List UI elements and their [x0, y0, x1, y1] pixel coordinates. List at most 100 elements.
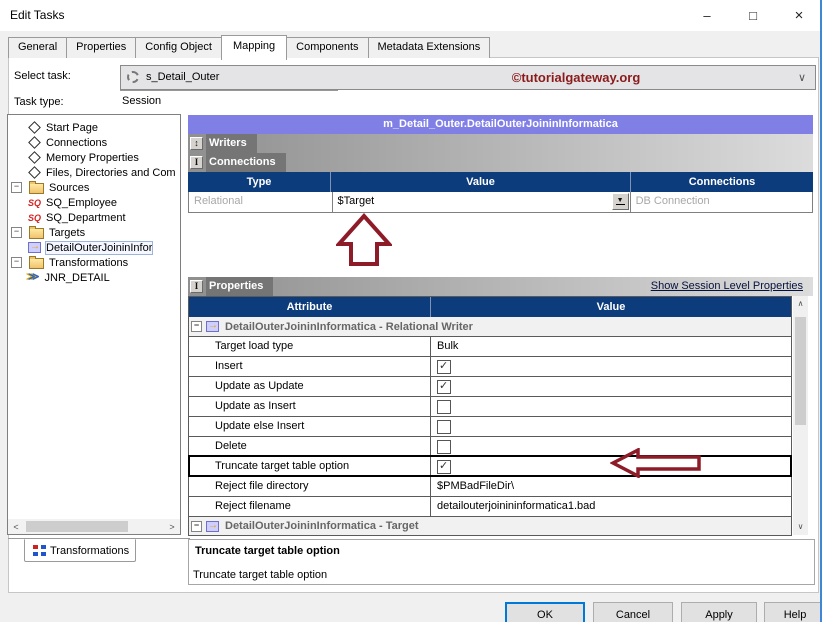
tab-general[interactable]: General — [8, 37, 67, 58]
window-controls: – □ × — [684, 0, 822, 31]
tree-item-sources[interactable]: Sources — [8, 180, 180, 195]
checkbox[interactable] — [437, 440, 451, 454]
connections-table-row: Relational $Target DB Connection — [188, 192, 813, 213]
attribute-cell: Truncate target table option — [189, 457, 431, 476]
checkbox[interactable] — [437, 400, 451, 414]
task-type-value: Session — [122, 95, 161, 107]
annotation-arrow-left-icon — [610, 448, 702, 481]
connection-value-cell[interactable]: $Target — [332, 192, 631, 212]
column-header-value: Value — [431, 297, 791, 317]
scroll-left-icon[interactable]: < — [8, 522, 24, 532]
checkbox[interactable] — [437, 420, 451, 434]
tab-properties[interactable]: Properties — [66, 37, 136, 58]
select-task-combo[interactable]: s_Detail_Outer ©tutorialgateway.org ∨ — [120, 65, 816, 90]
properties-section-label: Properties — [206, 277, 273, 296]
maximize-icon[interactable]: □ — [730, 0, 776, 31]
property-row-update-else-insert: Update else Insert — [189, 416, 791, 436]
tree-item-memory-properties[interactable]: Memory Properties — [8, 150, 180, 165]
properties-section-bar: I Properties Show Session Level Properti… — [188, 277, 813, 296]
tab-components[interactable]: Components — [286, 37, 368, 58]
session-tree: Start Page Connections Memory Properties… — [7, 114, 181, 535]
mapping-instance-header: m_Detail_Outer.DetailOuterJoininInformat… — [188, 115, 813, 134]
titlebar: Edit Tasks – □ × — [0, 0, 826, 31]
ok-button[interactable]: OK — [505, 602, 585, 622]
select-task-label: Select task: — [14, 70, 71, 82]
bottom-tab-strip: Transformations — [8, 538, 190, 567]
value-cell — [431, 377, 791, 396]
group-row-target[interactable]: DetailOuterJoininInformatica - Target — [189, 516, 791, 535]
edit-tasks-dialog: Edit Tasks – □ × General Properties Conf… — [0, 0, 826, 622]
collapse-icon[interactable] — [191, 521, 202, 532]
tab-transformations-bottom[interactable]: Transformations — [24, 539, 136, 562]
connections-table-header: Type Value Connections — [188, 172, 813, 192]
checkbox[interactable] — [437, 380, 451, 394]
attribute-cell: Insert — [189, 357, 431, 376]
connection-name-cell: DB Connection — [631, 192, 812, 212]
help-button[interactable]: Help — [764, 602, 826, 622]
tab-config-object[interactable]: Config Object — [135, 37, 222, 58]
show-session-level-properties-link[interactable]: Show Session Level Properties — [651, 277, 803, 296]
value-cell[interactable]: detailouterjoinininformatica1.bad — [431, 497, 791, 516]
resize-section-icon[interactable]: ↕ — [190, 137, 203, 150]
connections-section-label: Connections — [206, 153, 286, 172]
window-title: Edit Tasks — [10, 8, 64, 22]
collapse-section-icon[interactable]: I — [190, 280, 203, 293]
value-cell[interactable]: Bulk — [431, 337, 791, 356]
minimize-icon[interactable]: – — [684, 0, 730, 31]
attribute-cell: Update else Insert — [189, 417, 431, 436]
attribute-cell: Update as Insert — [189, 397, 431, 416]
properties-vertical-scrollbar[interactable]: ∧ ∨ — [793, 296, 808, 535]
collapse-icon[interactable] — [11, 182, 22, 193]
session-gear-icon — [127, 71, 139, 83]
value-cell — [431, 357, 791, 376]
collapse-icon[interactable] — [11, 227, 22, 238]
checkbox[interactable] — [437, 460, 451, 474]
task-type-field — [120, 90, 338, 91]
task-type-label: Task type: — [14, 96, 64, 108]
tree-item-start-page[interactable]: Start Page — [8, 120, 180, 135]
tree-item-sq-department[interactable]: SQ_Department — [8, 210, 180, 225]
tree-item-transformations[interactable]: Transformations — [8, 255, 180, 270]
connection-type-cell: Relational — [189, 192, 332, 212]
properties-table-header: Attribute Value — [189, 297, 791, 317]
chevron-down-icon[interactable]: ∨ — [798, 71, 806, 84]
target-icon — [206, 321, 219, 332]
diamond-icon — [28, 151, 41, 164]
collapse-section-icon[interactable]: I — [190, 156, 203, 169]
properties-table: Attribute Value DetailOuterJoininInforma… — [188, 296, 792, 536]
property-row-target-load-type: Target load type Bulk — [189, 336, 791, 356]
value-cell — [431, 397, 791, 416]
collapse-icon[interactable] — [191, 321, 202, 332]
scrollbar-thumb[interactable] — [26, 521, 128, 532]
tab-metadata-extensions[interactable]: Metadata Extensions — [368, 37, 491, 58]
tree-horizontal-scrollbar[interactable]: < > — [8, 519, 180, 534]
tree-item-jnr-detail[interactable]: JNR_DETAIL — [8, 270, 180, 285]
close-icon[interactable]: × — [776, 0, 822, 31]
folder-icon — [29, 258, 44, 269]
tree-item-connections[interactable]: Connections — [8, 135, 180, 150]
scroll-up-icon[interactable]: ∧ — [798, 296, 804, 312]
watermark-text: ©tutorialgateway.org — [512, 70, 641, 85]
tree-item-sq-employee[interactable]: SQ_Employee — [8, 195, 180, 210]
connections-section-bar: I Connections — [188, 153, 813, 172]
scroll-down-icon[interactable]: ∨ — [798, 519, 804, 535]
cancel-button[interactable]: Cancel — [593, 602, 673, 622]
tab-mapping[interactable]: Mapping — [221, 35, 287, 60]
description-title: Truncate target table option — [195, 545, 340, 557]
tree-item-detail-outer-join-target[interactable]: DetailOuterJoininInfor — [8, 240, 180, 255]
group-row-relational-writer[interactable]: DetailOuterJoininInformatica - Relationa… — [189, 317, 791, 336]
attribute-cell: Delete — [189, 437, 431, 456]
column-header-type: Type — [188, 172, 331, 192]
tab-strip: General Properties Config Object Mapping… — [8, 37, 489, 58]
scroll-right-icon[interactable]: > — [164, 522, 180, 532]
checkbox[interactable] — [437, 360, 451, 374]
dropdown-icon[interactable] — [612, 193, 629, 210]
property-row-update-as-insert: Update as Insert — [189, 396, 791, 416]
collapse-icon[interactable] — [11, 257, 22, 268]
apply-button[interactable]: Apply — [681, 602, 757, 622]
tree-item-targets[interactable]: Targets — [8, 225, 180, 240]
scrollbar-thumb[interactable] — [795, 317, 806, 425]
writers-section-label: Writers — [206, 134, 257, 153]
value-cell — [431, 417, 791, 436]
tree-item-files-directories[interactable]: Files, Directories and Com — [8, 165, 180, 180]
